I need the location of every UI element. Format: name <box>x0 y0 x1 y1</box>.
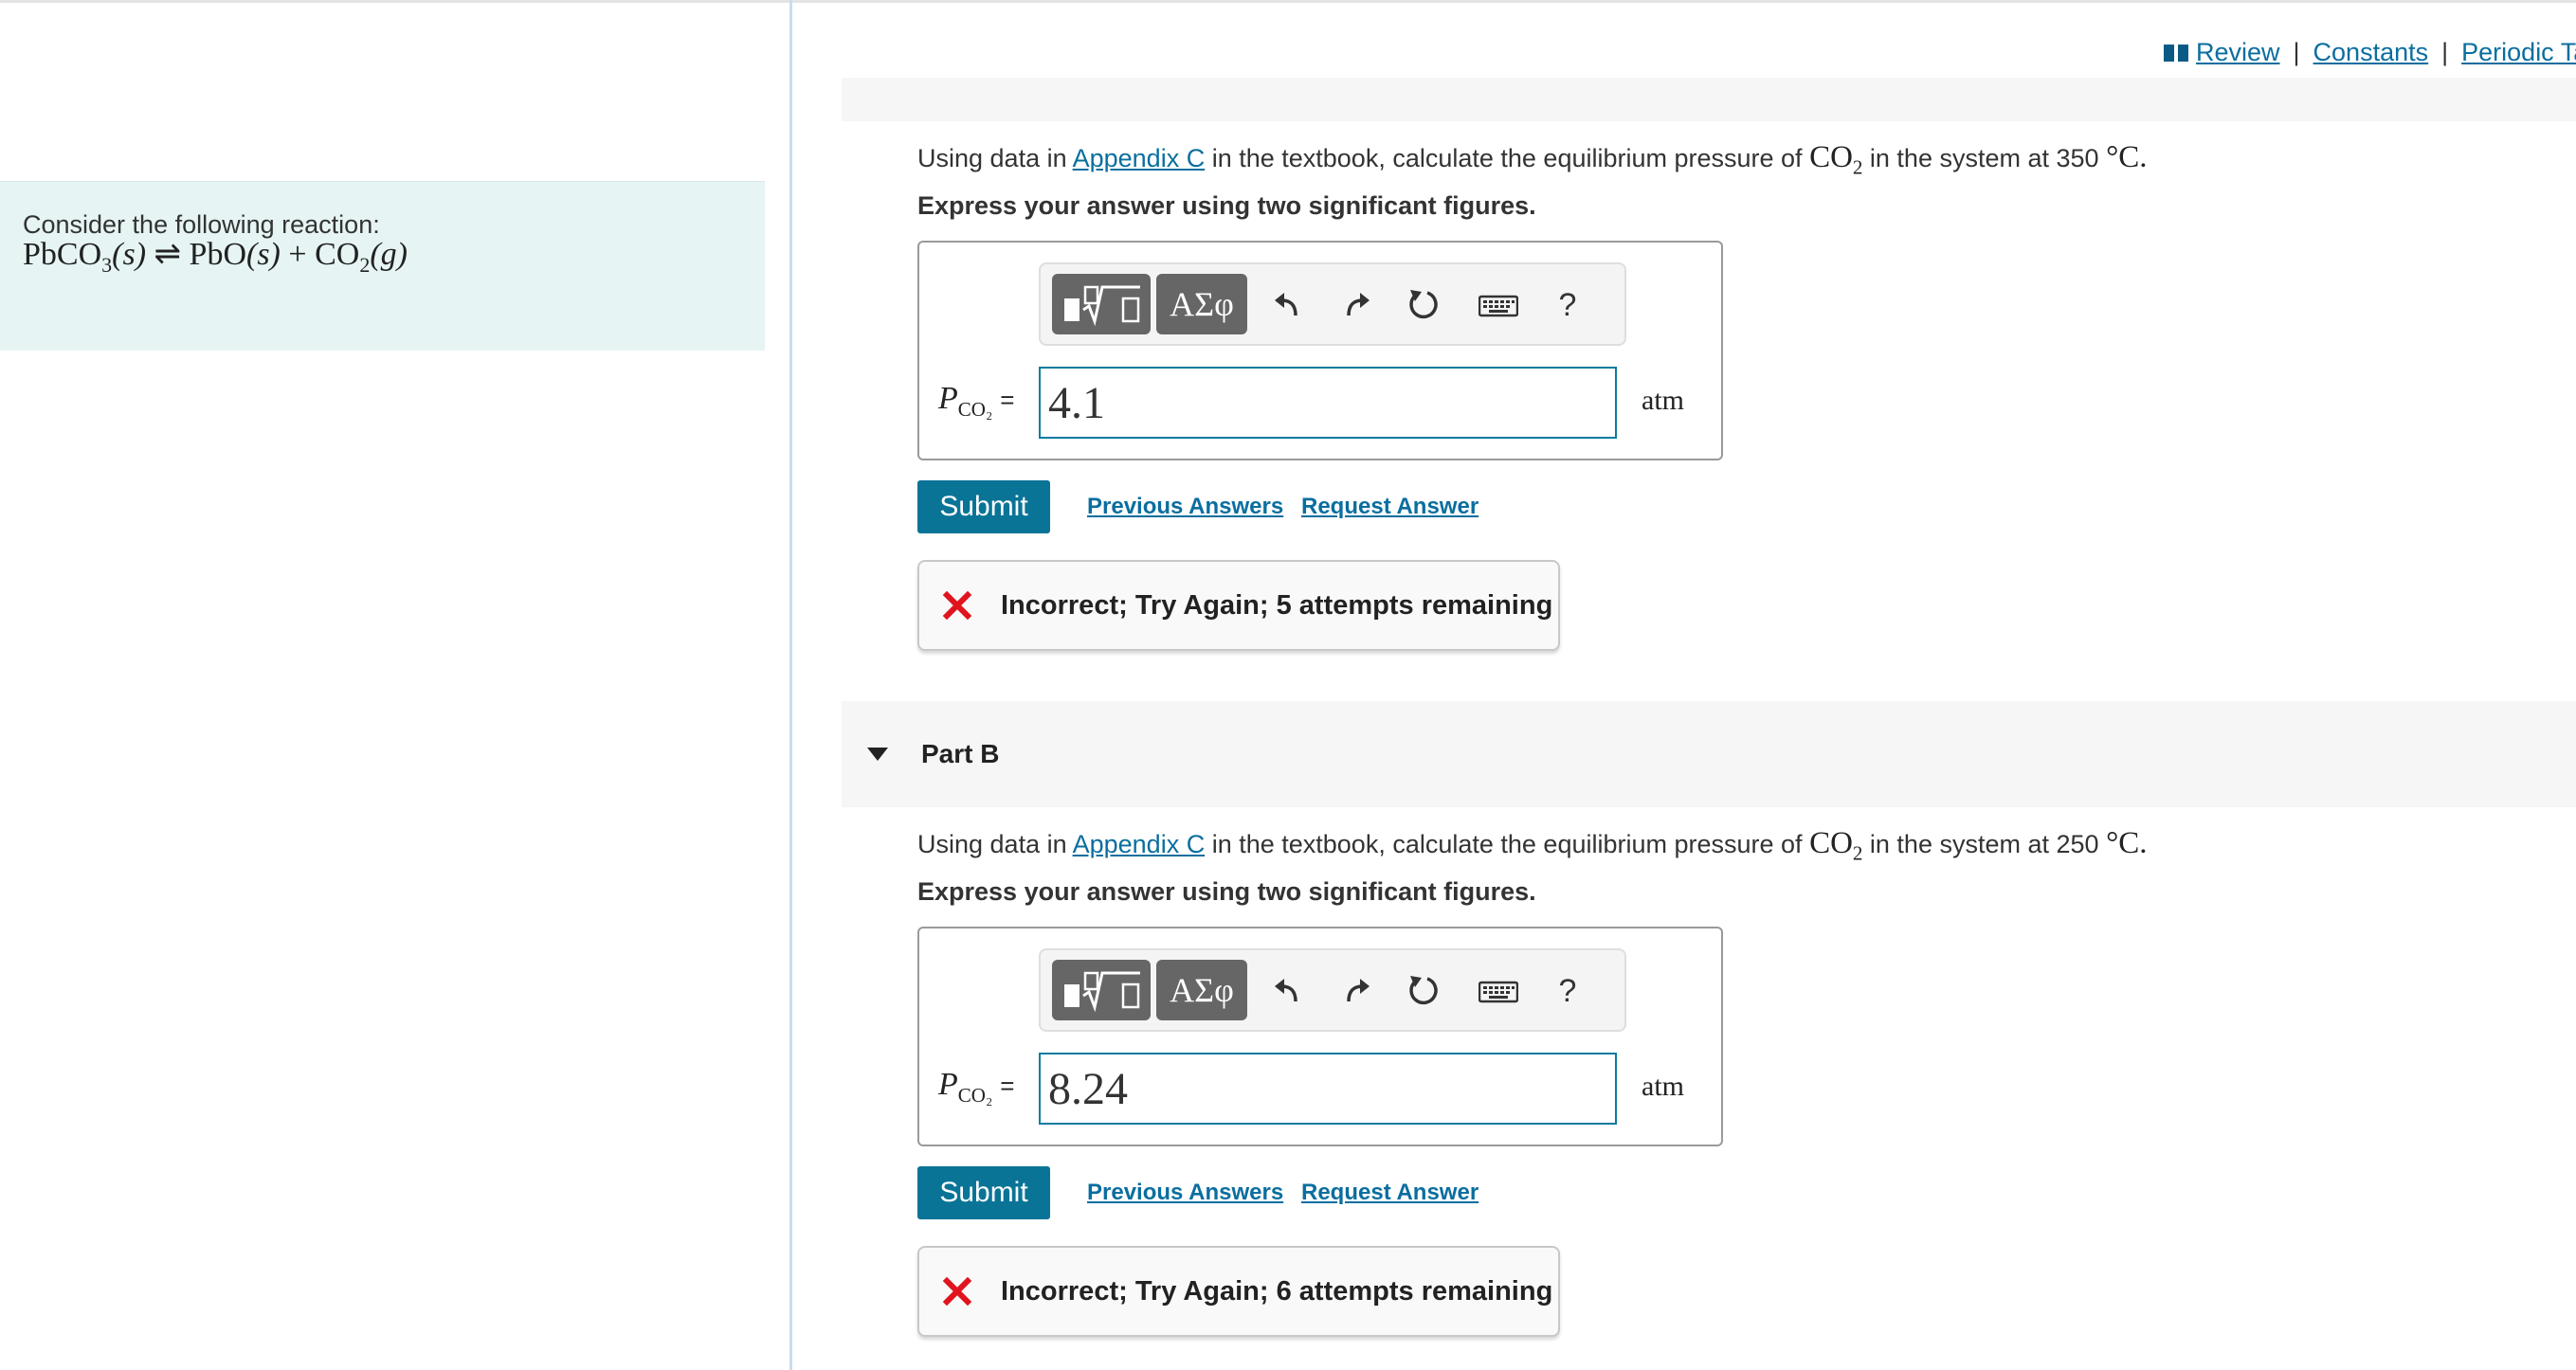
redo-icon[interactable] <box>1336 281 1378 329</box>
prompt-text: Using data in <box>917 830 1073 858</box>
part-b-prompt: Using data in Appendix C in the textbook… <box>917 826 2148 866</box>
species-subscript: 2 <box>1852 155 1863 179</box>
link-separator: | <box>2441 38 2449 66</box>
variable-label: PCO₂ = <box>938 1067 1014 1108</box>
undo-icon[interactable] <box>1266 281 1308 329</box>
prompt-text: Using data in <box>917 144 1073 172</box>
previous-answers-link[interactable]: Previous Answers <box>1087 494 1283 520</box>
part-b-title: Part B <box>921 739 1000 768</box>
equals-sign: = <box>1000 1072 1015 1100</box>
incorrect-x-icon <box>942 590 972 621</box>
temperature-value: 350 <box>2056 144 2099 172</box>
variable: P <box>938 1067 958 1102</box>
reset-icon[interactable] <box>1403 281 1444 329</box>
help-icon[interactable]: ? <box>1547 281 1588 329</box>
appendix-link[interactable]: Appendix C <box>1073 830 1206 858</box>
reset-icon[interactable] <box>1403 967 1444 1015</box>
templates-icon <box>1064 285 1140 327</box>
prompt-text: in the textbook, calculate the equilibri… <box>1205 144 1810 172</box>
part-b-instruction: Express your answer using two significan… <box>917 877 1536 906</box>
plus-sign: + <box>288 237 307 272</box>
top-rule <box>0 0 2576 3</box>
submit-button[interactable]: Submit <box>917 480 1050 533</box>
temperature-unit: °C. <box>2106 140 2148 174</box>
species: CO <box>1809 826 1853 860</box>
feedback-text: Incorrect; Try Again; 6 attempts remaini… <box>1001 1276 1553 1307</box>
submit-button[interactable]: Submit <box>917 1166 1050 1219</box>
panel-divider <box>789 0 792 1370</box>
part-b-header[interactable]: Part B <box>842 701 2576 807</box>
equilibrium-arrow: ⇌ <box>154 237 182 272</box>
product-1: PbO <box>189 237 246 272</box>
templates-icon <box>1064 971 1140 1013</box>
request-answer-link[interactable]: Request Answer <box>1301 1180 1478 1206</box>
link-separator: | <box>2293 38 2300 66</box>
prompt-text: in the system at <box>1862 830 2057 858</box>
prompt-text: in the system at <box>1862 144 2057 172</box>
part-a-instruction: Express your answer using two significan… <box>917 191 1536 220</box>
part-a-header-bar <box>842 78 2576 121</box>
keyboard-icon[interactable] <box>1475 281 1522 329</box>
keyboard-icon[interactable] <box>1475 967 1522 1015</box>
book-icon <box>2164 45 2188 62</box>
intro-panel: Consider the following reaction: PbCO3(s… <box>0 181 765 351</box>
temperature-unit: °C. <box>2106 826 2148 860</box>
incorrect-x-icon <box>942 1276 972 1307</box>
reactant-state: (s) <box>112 237 147 272</box>
greek-symbols-button[interactable]: ΑΣφ <box>1156 274 1247 334</box>
answer-input[interactable] <box>1039 1053 1617 1125</box>
part-a-answer-box: ΑΣφ ? PCO₂ = atm <box>917 241 1723 460</box>
prompt-text: in the textbook, calculate the equilibri… <box>1205 830 1810 858</box>
constants-link[interactable]: Constants <box>2313 38 2429 66</box>
templates-button[interactable] <box>1052 274 1151 334</box>
math-toolbar: ΑΣφ ? <box>1039 262 1626 346</box>
temperature-value: 250 <box>2056 830 2099 858</box>
unit-label: atm <box>1642 385 1684 416</box>
product-2: CO <box>315 237 360 272</box>
reactant: PbCO <box>23 237 102 272</box>
previous-answers-link[interactable]: Previous Answers <box>1087 1180 1283 1206</box>
variable-subscript: CO₂ <box>957 1083 993 1107</box>
equals-sign: = <box>1000 386 1015 414</box>
part-a-feedback: Incorrect; Try Again; 5 attempts remaini… <box>917 560 1560 651</box>
math-toolbar: ΑΣφ ? <box>1039 948 1626 1032</box>
collapse-caret-icon[interactable] <box>867 748 888 761</box>
answer-input[interactable] <box>1039 367 1617 439</box>
review-link[interactable]: Review <box>2164 38 2280 66</box>
request-answer-link[interactable]: Request Answer <box>1301 494 1478 520</box>
appendix-link[interactable]: Appendix C <box>1073 144 1206 172</box>
variable-subscript: CO₂ <box>957 397 993 421</box>
part-a-prompt: Using data in Appendix C in the textbook… <box>917 140 2148 180</box>
unit-label: atm <box>1642 1071 1684 1102</box>
variable-label: PCO₂ = <box>938 381 1014 422</box>
reactant-subscript: 3 <box>101 252 113 277</box>
header-links: Review | Constants | Periodic Ta <box>2164 38 2576 67</box>
redo-icon[interactable] <box>1336 967 1378 1015</box>
part-b-feedback: Incorrect; Try Again; 6 attempts remaini… <box>917 1246 1560 1337</box>
species-formula: CO2 <box>1809 140 1862 179</box>
variable: P <box>938 381 958 416</box>
product-2-subscript: 2 <box>359 252 371 277</box>
reaction-equation: PbCO3(s) ⇌ PbO(s) + CO2(g) <box>23 235 408 278</box>
product-1-state: (s) <box>246 237 281 272</box>
periodic-table-link[interactable]: Periodic Ta <box>2461 38 2576 66</box>
help-icon[interactable]: ? <box>1547 967 1588 1015</box>
greek-symbols-button[interactable]: ΑΣφ <box>1156 960 1247 1020</box>
undo-icon[interactable] <box>1266 967 1308 1015</box>
species-formula: CO2 <box>1809 826 1862 865</box>
species-subscript: 2 <box>1852 841 1863 865</box>
review-label: Review <box>2196 38 2280 66</box>
part-b-answer-box: ΑΣφ ? PCO₂ = atm <box>917 927 1723 1146</box>
feedback-text: Incorrect; Try Again; 5 attempts remaini… <box>1001 590 1553 621</box>
product-2-state: (g) <box>370 237 408 272</box>
species: CO <box>1809 140 1853 174</box>
templates-button[interactable] <box>1052 960 1151 1020</box>
